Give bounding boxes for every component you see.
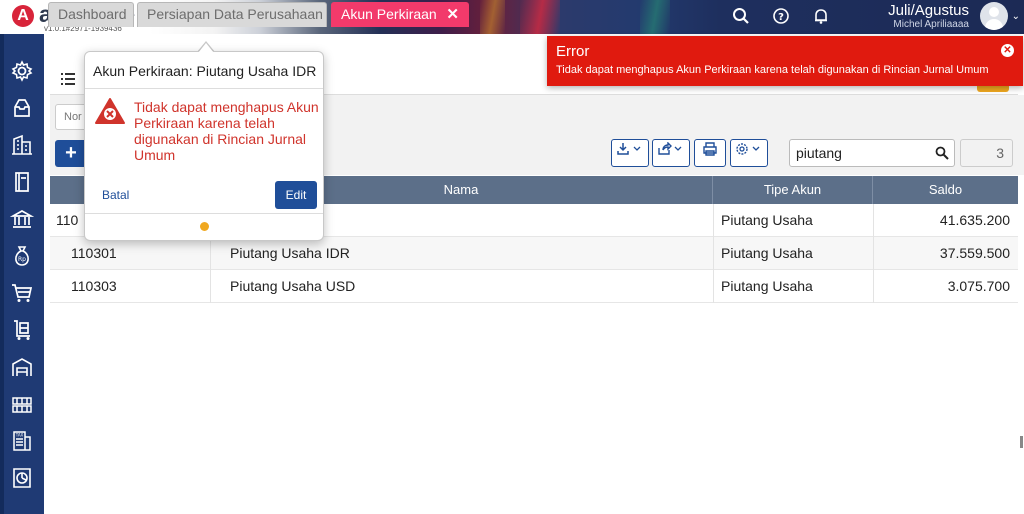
account-balance: 37.559.500 (939, 245, 1010, 261)
settings-button[interactable] (730, 139, 768, 167)
account-popover: Akun Perkiraan: Piutang Usaha IDR Tidak … (84, 51, 324, 241)
account-code: 110 (56, 212, 79, 228)
import-button[interactable] (611, 139, 649, 167)
account-name: Piutang Usaha USD (230, 278, 356, 294)
bell-icon[interactable] (812, 7, 830, 25)
trolley-icon[interactable] (10, 318, 34, 342)
search-icon[interactable] (935, 146, 949, 160)
factory-icon[interactable] (10, 392, 34, 416)
period-selector[interactable]: Juli/Agustus (888, 2, 969, 19)
download-icon (617, 143, 641, 155)
popover-title: Akun Perkiraan: Piutang Usaha IDR (93, 63, 317, 79)
printer-icon (703, 142, 717, 156)
column-header-tipe-akun[interactable]: Tipe Akun (713, 176, 873, 204)
chevron-down-icon[interactable]: ⌄ (1012, 11, 1020, 22)
book-icon[interactable] (10, 170, 34, 194)
add-button[interactable]: + (55, 140, 87, 167)
warehouse-icon[interactable] (10, 355, 34, 379)
account-balance: 41.635.200 (939, 212, 1010, 228)
money-bag-icon[interactable]: Rp (10, 244, 34, 268)
search-icon[interactable] (732, 7, 750, 25)
column-header-saldo[interactable]: Saldo (873, 176, 1018, 204)
close-tab-icon[interactable]: ✕ (446, 3, 459, 26)
svg-text:?: ? (778, 12, 784, 23)
print-button[interactable] (694, 139, 726, 167)
cart-icon[interactable] (10, 281, 34, 305)
table-row[interactable]: 110303 Piutang Usaha USD Piutang Usaha 3… (50, 270, 1018, 303)
account-balance: 3.075.700 (947, 278, 1010, 294)
edit-button[interactable]: Edit (275, 181, 317, 209)
account-type: Piutang Usaha (721, 212, 813, 228)
tab-label: Dashboard (58, 6, 127, 22)
tab-dashboard[interactable]: Dashboard (48, 2, 134, 27)
status-dot (200, 222, 209, 231)
gear-icon[interactable] (10, 59, 34, 83)
scrollbar[interactable] (1020, 436, 1023, 448)
tab-label: Akun Perkiraan (341, 6, 437, 22)
svg-text:TAX: TAX (15, 433, 24, 438)
table-row[interactable]: 110301 Piutang Usaha IDR Piutang Usaha 3… (50, 237, 1018, 270)
account-code: 110301 (71, 245, 117, 261)
error-icon (95, 98, 125, 124)
popover-error-message: Tidak dapat menghapus Akun Perkiraan kar… (134, 99, 319, 163)
inbox-icon[interactable] (10, 96, 34, 120)
toast-title: Error (556, 43, 590, 60)
share-icon (658, 141, 682, 155)
list-icon (61, 73, 75, 85)
toast-message: Tidak dapat menghapus Akun Perkiraan kar… (556, 64, 989, 76)
account-code: 110303 (71, 278, 117, 294)
user-name: Michel Apriliaaaa (893, 19, 969, 30)
help-icon[interactable]: ? (772, 7, 790, 25)
avatar[interactable] (980, 2, 1008, 30)
svg-text:Rp: Rp (18, 256, 26, 263)
account-type: Piutang Usaha (721, 245, 813, 261)
search-input[interactable]: piutang (789, 139, 955, 167)
tab-akun-perkiraan[interactable]: Akun Perkiraan ✕ (331, 2, 469, 27)
close-icon[interactable]: ✕ (1001, 44, 1014, 57)
logo-icon[interactable]: A (12, 5, 34, 27)
account-name: Piutang Usaha IDR (230, 245, 350, 261)
export-button[interactable] (652, 139, 690, 167)
error-toast[interactable]: Error Tidak dapat menghapus Akun Perkira… (547, 36, 1023, 86)
building-icon[interactable] (10, 133, 34, 157)
account-type: Piutang Usaha (721, 278, 813, 294)
tab-label: Persiapan Data Perusahaan (147, 6, 323, 22)
tax-icon[interactable]: TAX (10, 429, 34, 453)
gear-icon (736, 143, 760, 155)
result-count: 3 (960, 139, 1013, 167)
cancel-link[interactable]: Batal (102, 188, 129, 202)
tab-persiapan-data[interactable]: Persiapan Data Perusahaan (137, 2, 327, 27)
bank-icon[interactable] (9, 207, 35, 231)
report-icon[interactable] (10, 466, 34, 490)
list-view-button[interactable] (52, 64, 84, 94)
